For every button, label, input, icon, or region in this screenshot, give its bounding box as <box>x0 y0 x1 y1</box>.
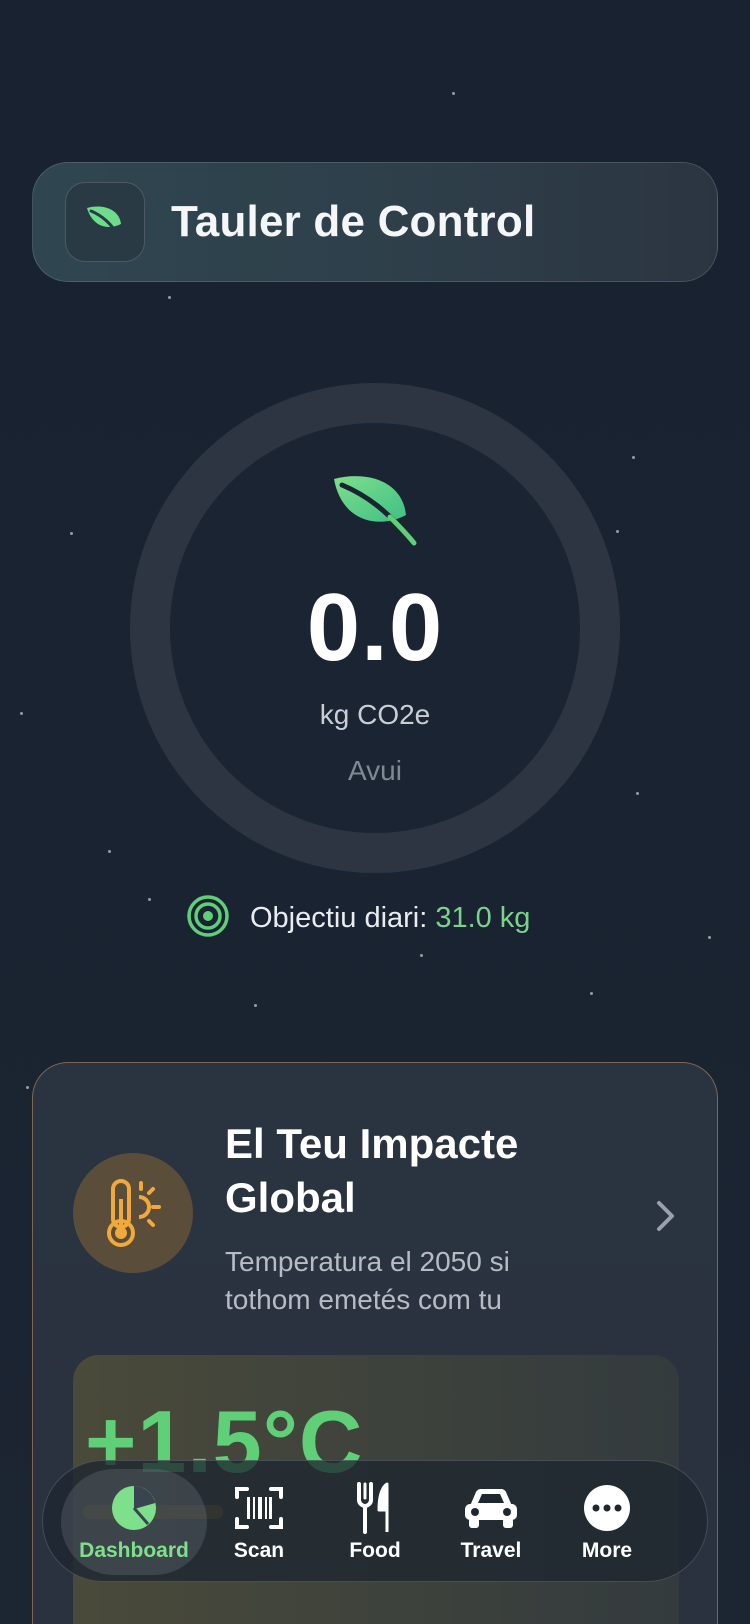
emissions-ring: 0.0 kg CO2e Avui <box>130 383 620 873</box>
tab-more[interactable]: More <box>543 1469 671 1575</box>
tab-dashboard[interactable]: Dashboard <box>61 1469 207 1575</box>
fork-knife-icon <box>355 1482 395 1534</box>
daily-goal-label: Objectiu diari: <box>250 901 428 934</box>
tab-label: Dashboard <box>79 1539 189 1562</box>
bottom-tab-bar: Dashboard Scan Food Travel More <box>42 1460 708 1582</box>
more-dots-icon <box>583 1483 631 1533</box>
impact-subtitle: Temperatura el 2050 si tothom emetés com… <box>225 1246 510 1315</box>
emissions-unit: kg CO2e <box>319 699 431 730</box>
pie-chart-icon <box>110 1483 158 1533</box>
tab-travel[interactable]: Travel <box>427 1469 555 1575</box>
target-icon <box>186 894 230 943</box>
tab-label: More <box>581 1539 633 1562</box>
tab-label: Travel <box>460 1539 522 1562</box>
daily-goal: Objectiu diari: 31.0 kg <box>186 894 531 943</box>
leaf-icon <box>330 471 422 552</box>
car-icon <box>462 1483 520 1533</box>
emissions-period: Avui <box>348 755 402 786</box>
thermometer-sun-icon <box>73 1153 193 1273</box>
tab-label: Food <box>349 1539 401 1562</box>
impact-title: El Teu Impacte Global <box>225 1120 519 1221</box>
leaf-icon <box>65 182 145 262</box>
chevron-right-icon[interactable] <box>655 1199 677 1238</box>
daily-goal-value: 31.0 kg <box>435 901 531 934</box>
tab-food[interactable]: Food <box>311 1469 439 1575</box>
tab-label: Scan <box>233 1539 285 1562</box>
page-title: Tauler de Control <box>171 197 536 246</box>
barcode-scan-icon <box>235 1483 283 1533</box>
tab-scan[interactable]: Scan <box>195 1469 323 1575</box>
dashboard-header: Tauler de Control <box>32 162 718 282</box>
emissions-value: 0.0 <box>306 574 444 681</box>
